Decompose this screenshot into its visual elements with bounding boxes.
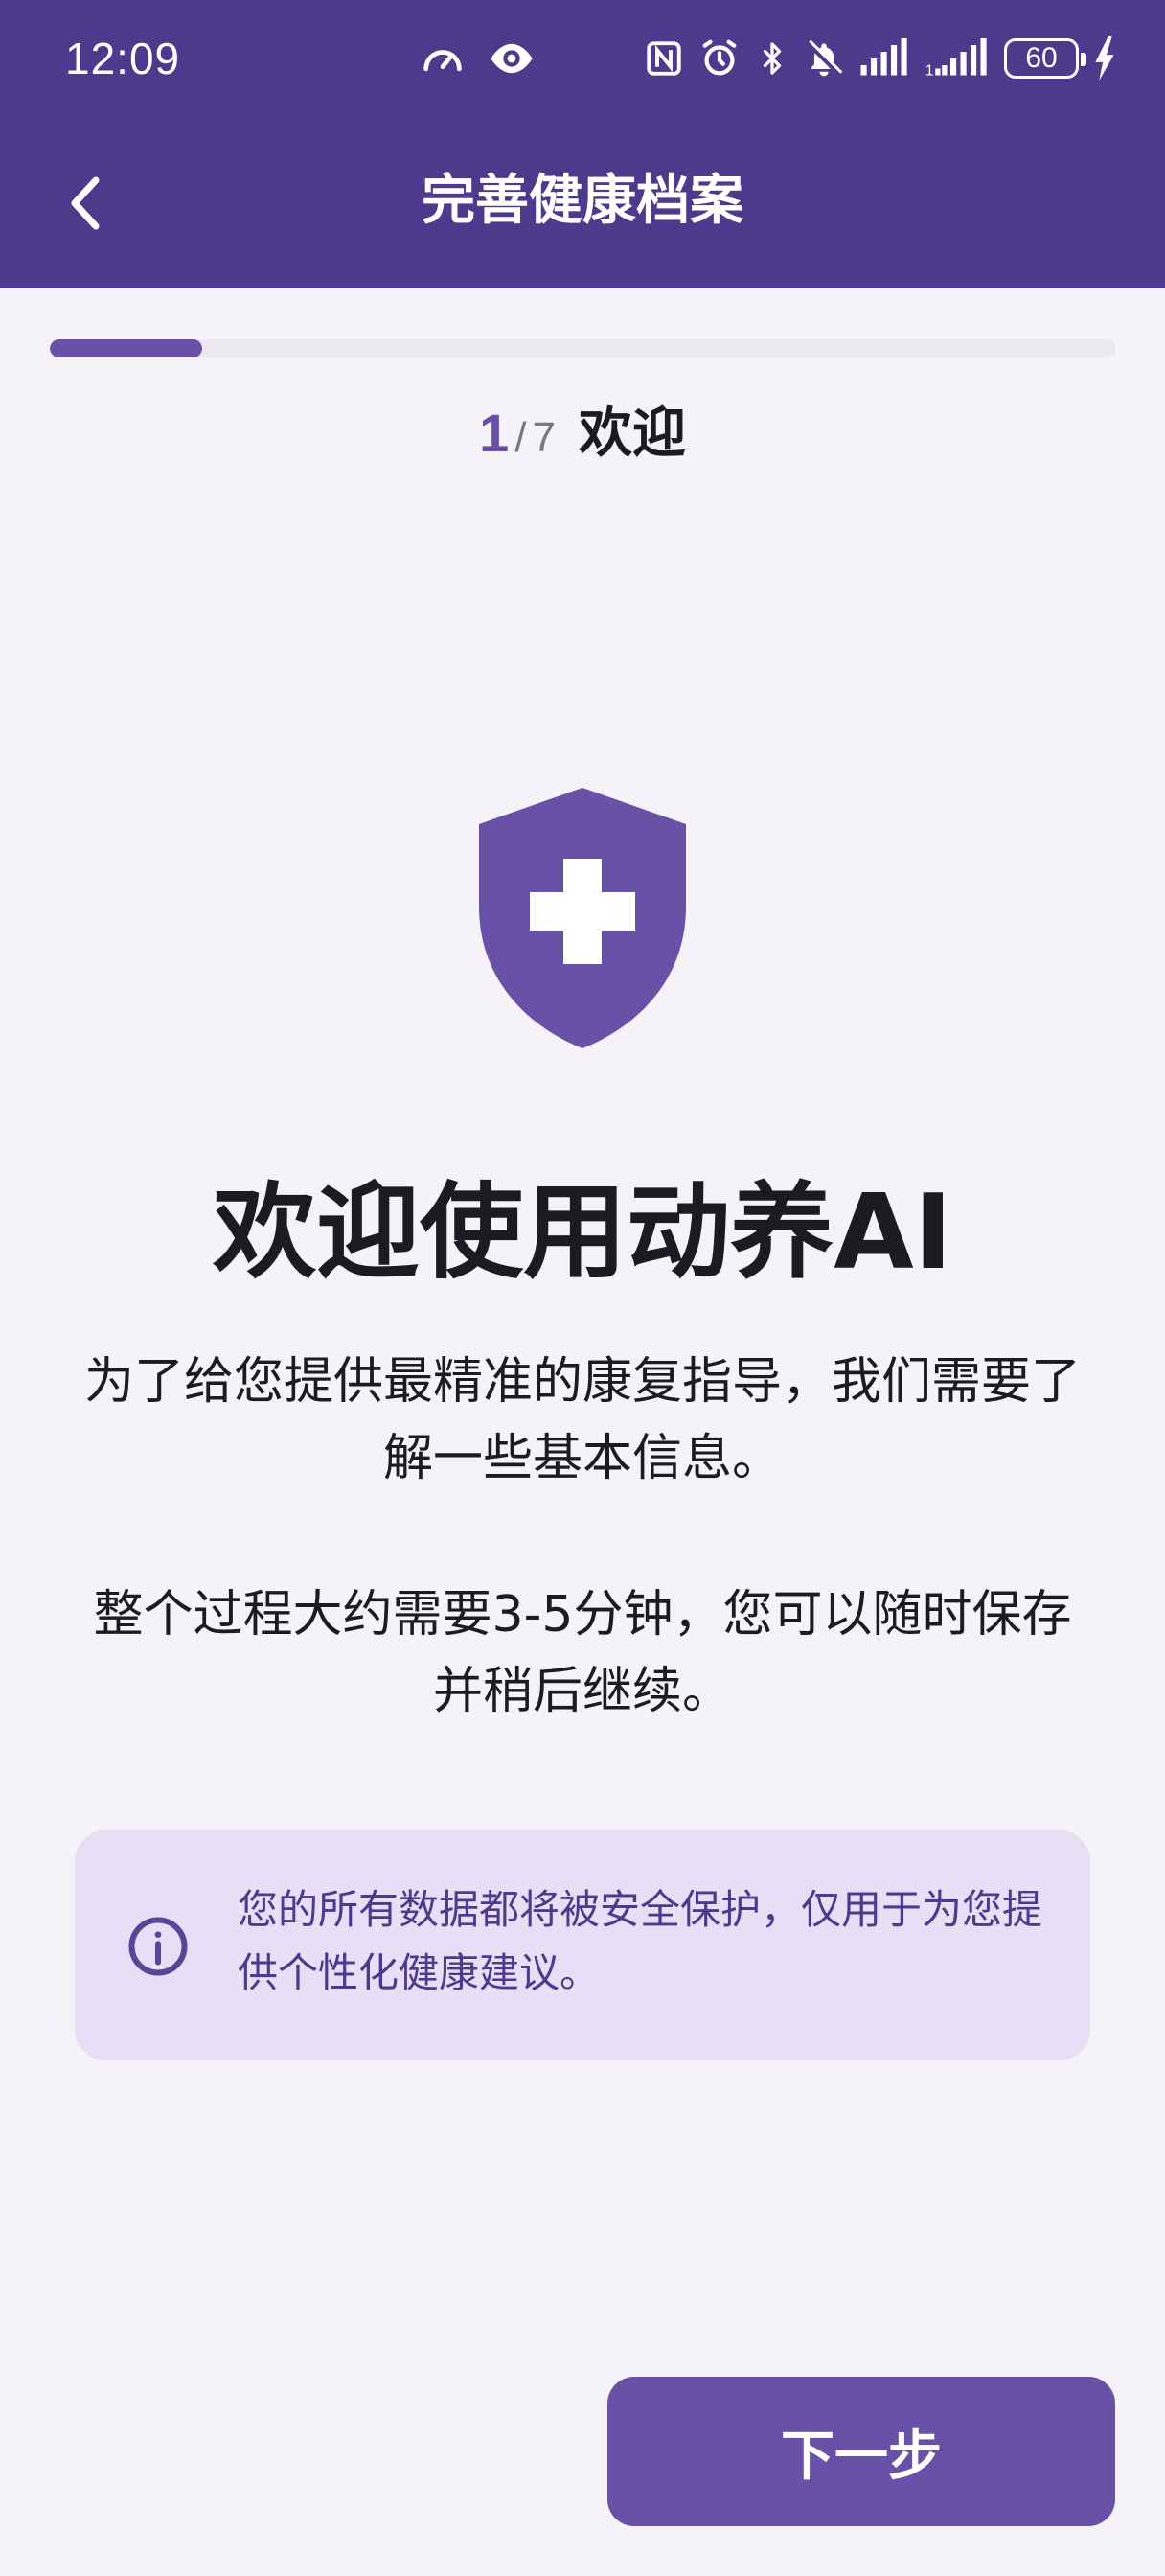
signal-icon: 1	[925, 38, 987, 80]
bell-muted-icon	[806, 39, 843, 77]
navigation-bar: 完善健康档案	[0, 119, 1165, 288]
step-current: 1	[479, 402, 510, 463]
info-icon	[128, 1917, 188, 1976]
shield-plus-icon	[479, 788, 686, 1048]
duration-description: 整个过程大约需要3-5分钟，您可以随时保存并稍后继续。	[93, 1586, 1072, 1720]
status-icons-right-group: 1 60	[644, 31, 1117, 86]
next-step-button[interactable]: 下一步	[607, 2377, 1115, 2526]
charging-icon	[1095, 36, 1114, 80]
progress-bar	[50, 339, 1115, 357]
privacy-info-text: 您的所有数据都将被安全保护，仅用于为您提供个性化健康建议。	[238, 1886, 1043, 1996]
status-time: 12:09	[65, 34, 181, 83]
privacy-info-card: 您的所有数据都将被安全保护，仅用于为您提供个性化健康建议。	[75, 1830, 1090, 2060]
app-header: 12:09 1 60 完善健康档案	[0, 0, 1165, 288]
step-indicator: 1/7 欢迎	[0, 395, 1165, 476]
welcome-description: 为了给您提供最精准的康复指导，我们需要了解一些基本信息。	[83, 1353, 1081, 1487]
step-name: 欢迎	[578, 402, 686, 465]
status-bar: 12:09 1 60	[0, 0, 1165, 119]
page-title: 完善健康档案	[422, 170, 743, 232]
battery-icon: 60	[1004, 38, 1086, 79]
progress-fill	[50, 339, 202, 357]
step-separator: /	[514, 414, 527, 461]
speedometer-icon	[423, 50, 462, 72]
battery-level: 60	[1025, 42, 1058, 74]
status-icons-left-group	[418, 31, 538, 86]
step-total: 7	[532, 414, 556, 461]
svg-text:1: 1	[925, 63, 934, 80]
alarm-icon	[702, 39, 737, 76]
signal-icon	[860, 38, 907, 76]
nfc-icon	[647, 41, 681, 76]
eye-icon	[491, 43, 533, 74]
bluetooth-icon	[763, 42, 782, 75]
welcome-title: 欢迎使用动养AI	[213, 1173, 952, 1293]
